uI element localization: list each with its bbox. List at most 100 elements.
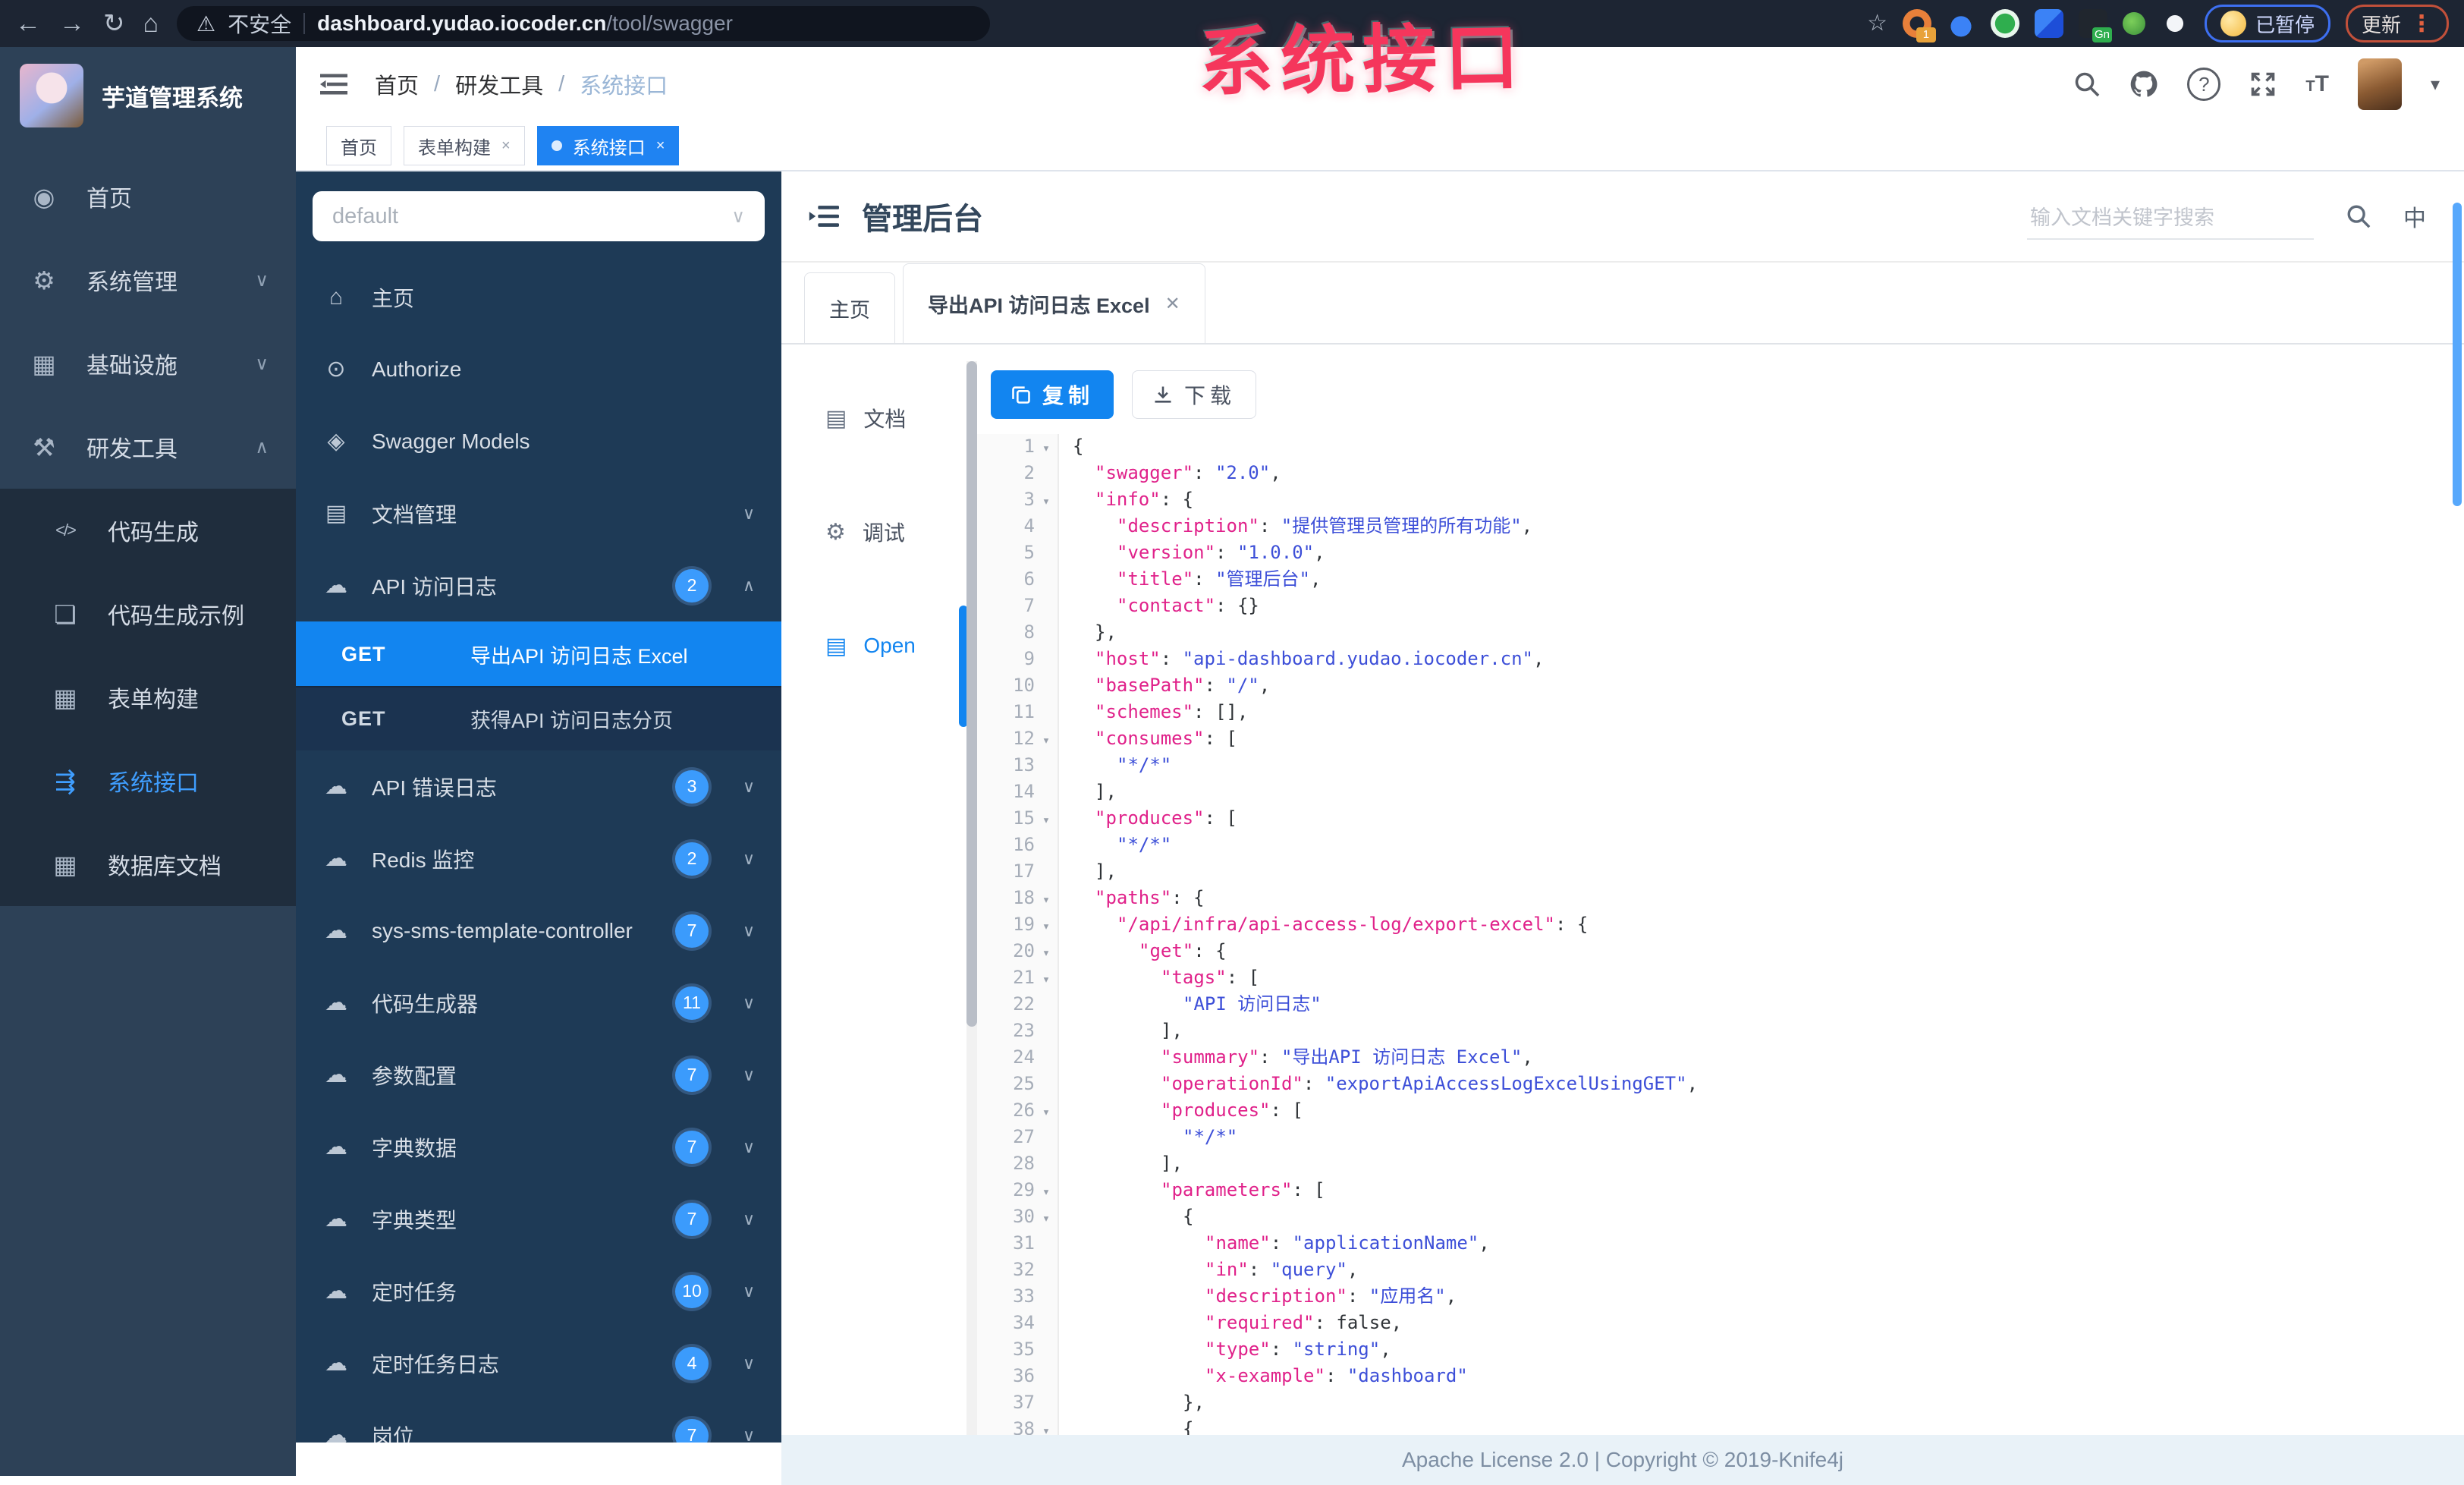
forward-icon[interactable]: →	[59, 0, 85, 47]
sidebar-item-1[interactable]: ◉ 首页	[0, 155, 296, 238]
doc-tab[interactable]: 导出API 访问日志 Excel ✕	[903, 263, 1205, 343]
extension-orange-icon[interactable]: 1	[1902, 9, 1936, 42]
extension-green-icon[interactable]	[1990, 9, 2019, 38]
cloud-icon: ☁	[325, 1351, 347, 1376]
swagger-item-5[interactable]: ☁ API 访问日志 2 ∧	[296, 549, 781, 621]
line-number: 37	[1013, 1392, 1035, 1413]
database-icon: ▦	[53, 850, 77, 879]
page-scrollbar[interactable]	[2453, 203, 2462, 506]
update-button[interactable]: 更新 ⋮	[2345, 5, 2449, 42]
side-tab-open[interactable]: ▤ Open	[781, 589, 963, 703]
font-size-icon[interactable]: TT	[2305, 71, 2329, 97]
swagger-item-4[interactable]: ▤ 文档管理 ∨	[296, 477, 781, 549]
code-editor[interactable]: 1 ▾{2 "swagger": "2.0", 3 ▾ "info": {4 "desc…	[977, 434, 2452, 1435]
code-text: "operationId": "exportApiAccessLogExcelU…	[1161, 1073, 1699, 1094]
chevron-down-icon: ∨	[742, 1137, 756, 1156]
fold-arrow-icon[interactable]: ▾	[1035, 914, 1058, 939]
swagger-item-11[interactable]: ☁ 字典数据 7 ∨	[296, 1111, 781, 1183]
fold-arrow-icon[interactable]: ▾	[1035, 1180, 1058, 1204]
side-tab-调试[interactable]: ⚙ 调试	[781, 475, 963, 589]
swagger-item-3[interactable]: ◈ Swagger Models	[296, 405, 781, 477]
breadcrumb-separator: /	[434, 71, 441, 96]
fold-arrow-icon[interactable]: ▾	[1035, 1419, 1058, 1435]
hamburger-icon[interactable]	[320, 73, 347, 96]
app-logo-row[interactable]: 芋道管理系统	[0, 47, 296, 135]
fold-arrow-icon[interactable]: ▾	[1035, 941, 1058, 965]
group-select[interactable]: default ∨	[313, 191, 765, 241]
extension-star-icon[interactable]	[2160, 9, 2189, 38]
inner-scrollbar[interactable]	[966, 361, 977, 1435]
fold-arrow-icon[interactable]: ▾	[1035, 967, 1058, 992]
copy-button[interactable]: 复制	[991, 370, 1114, 419]
swagger-item-12[interactable]: ☁ 字典类型 7 ∨	[296, 1183, 781, 1255]
side-tab-label: Open	[863, 634, 916, 657]
extension-leaf-icon[interactable]	[2122, 12, 2145, 35]
extension-gn-icon[interactable]: Gn	[2078, 9, 2112, 42]
browser-menu-icon[interactable]: ⋮	[2410, 11, 2433, 37]
breadcrumb-item[interactable]: 系统接口	[580, 68, 668, 100]
swagger-item-1[interactable]: ⌂ 主页	[296, 261, 781, 333]
profile-paused-pill[interactable]: 已暂停	[2204, 5, 2330, 42]
sidebar-item-4[interactable]: ⚒ 研发工具 ∧	[0, 405, 296, 489]
fold-arrow-icon[interactable]: ▾	[1035, 436, 1058, 461]
breadcrumb-item[interactable]: 研发工具	[455, 68, 543, 100]
swagger-item-2[interactable]: ⊙ Authorize	[296, 333, 781, 405]
fold-arrow-icon[interactable]: ▾	[1035, 489, 1058, 514]
swagger-item-15[interactable]: ☁ 岗位 7 ∨	[296, 1399, 781, 1443]
back-icon[interactable]: ←	[15, 0, 41, 47]
fold-arrow-icon[interactable]: ▾	[1035, 808, 1058, 832]
search-icon[interactable]	[2073, 71, 2101, 98]
swagger-item-8[interactable]: ☁ sys-sms-template-controller 7 ∨	[296, 895, 781, 967]
tag-chip[interactable]: 表单构建 ×	[404, 126, 525, 165]
fold-arrow-icon[interactable]: ▾	[1035, 1207, 1058, 1231]
github-icon[interactable]	[2129, 70, 2158, 99]
close-icon[interactable]: ×	[656, 137, 665, 155]
extension-puzzle-icon[interactable]	[2034, 9, 2063, 38]
line-number-gutter: 22	[977, 992, 1059, 1018]
doc-icon: ▤	[825, 405, 847, 431]
side-tab-文档[interactable]: ▤ 文档	[781, 361, 963, 475]
chevron-down-icon[interactable]: ▾	[2431, 74, 2440, 96]
sidebar-subitem-2[interactable]: ❏ 代码生成示例	[0, 572, 296, 656]
swagger-endpoint[interactable]: GET 获得API 访问日志分页	[296, 686, 781, 750]
swagger-item-7[interactable]: ☁ Redis 监控 2 ∨	[296, 823, 781, 895]
swagger-item-13[interactable]: ☁ 定时任务 10 ∨	[296, 1255, 781, 1327]
swagger-item-10[interactable]: ☁ 参数配置 7 ∨	[296, 1039, 781, 1111]
sidebar-item-3[interactable]: ▦ 基础设施 ∨	[0, 322, 296, 405]
download-button[interactable]: 下载	[1132, 370, 1257, 419]
collapse-icon[interactable]	[809, 204, 839, 228]
fold-arrow-icon[interactable]: ▾	[1035, 888, 1058, 912]
tag-chip[interactable]: 系统接口 ×	[536, 126, 680, 165]
close-icon[interactable]: ×	[501, 137, 511, 155]
sidebar-subitem-4[interactable]: ⇶ 系统接口	[0, 739, 296, 823]
breadcrumb-item[interactable]: 首页	[375, 68, 419, 100]
help-icon[interactable]: ?	[2187, 68, 2221, 101]
fullscreen-icon[interactable]	[2249, 71, 2277, 98]
user-avatar[interactable]	[2357, 58, 2402, 110]
tag-chip[interactable]: 首页	[326, 126, 391, 165]
home-icon[interactable]: ⌂	[143, 0, 159, 47]
search-icon[interactable]	[2346, 203, 2371, 229]
swagger-item-9[interactable]: ☁ 代码生成器 11 ∨	[296, 967, 781, 1039]
sidebar-subitem-5[interactable]: ▦ 数据库文档	[0, 823, 296, 906]
bookmark-star-icon[interactable]: ☆	[1867, 0, 1887, 47]
close-icon[interactable]: ✕	[1165, 293, 1180, 315]
sidebar-subitem-1[interactable]: </> 代码生成	[0, 489, 296, 572]
fold-arrow-icon[interactable]: ▾	[1035, 728, 1058, 753]
address-bar[interactable]: ⚠ 不安全 dashboard.yudao.iocoder.cn/tool/sw…	[177, 6, 991, 41]
swagger-item-6[interactable]: ☁ API 错误日志 3 ∨	[296, 750, 781, 823]
doc-tab[interactable]: 主页	[804, 272, 895, 343]
extension-drop-icon[interactable]	[1946, 9, 1975, 38]
reload-icon[interactable]: ↻	[103, 0, 125, 47]
fold-arrow-icon[interactable]: ▾	[1035, 1100, 1058, 1125]
count-badge: 4	[675, 1346, 709, 1380]
doc-search-input[interactable]: 输入文档关键字搜索	[2027, 193, 2314, 240]
sidebar-subitem-3[interactable]: ▦ 表单构建	[0, 656, 296, 739]
code-line: 14 ],	[977, 779, 2452, 806]
swagger-endpoint[interactable]: GET 导出API 访问日志 Excel	[296, 621, 781, 686]
language-icon[interactable]: 中	[2403, 200, 2426, 233]
sidebar-item-2[interactable]: ⚙ 系统管理 ∨	[0, 238, 296, 322]
code-text: ],	[1095, 781, 1117, 802]
swagger-item-14[interactable]: ☁ 定时任务日志 4 ∨	[296, 1327, 781, 1399]
